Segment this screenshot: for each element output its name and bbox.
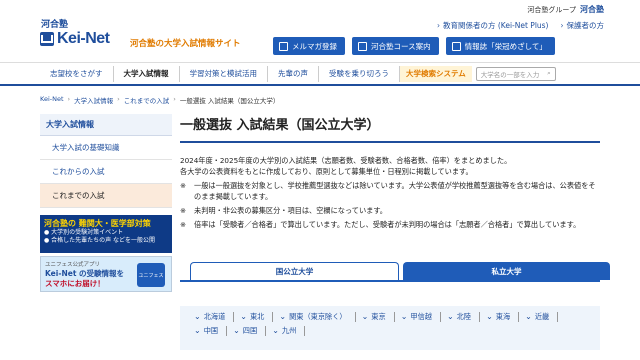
mail-icon <box>279 41 288 51</box>
intro-para-2: 各大学の公表資料をもとに作成しており、原則として募集単位・日程別に掲載しています… <box>180 167 473 176</box>
nav-item-find-school[interactable]: 志望校をさがす <box>40 66 113 82</box>
notes: ※ 一般は一般選抜を対象とし、学校推薦型選抜などは除いています。大学公表値が学校推… <box>180 180 600 230</box>
magazine-button[interactable]: 情報誌「栄冠めざして」 <box>445 37 555 55</box>
sidebar-item-past[interactable]: これまでの入試 <box>40 184 172 208</box>
sidebar-heading[interactable]: 大学入試情報 <box>40 114 172 136</box>
newsletter-button[interactable]: メルマガ登録 <box>273 37 345 55</box>
magazine-label: 情報誌「栄冠めざして」 <box>464 41 547 51</box>
breadcrumb-current: 一般選抜 入試結果（国公立大学） <box>179 97 280 105</box>
tagline: 河合塾の大学入試情報サイト <box>130 39 241 49</box>
region-link-kyushu[interactable]: 九州 <box>266 326 306 336</box>
tab-national-public[interactable]: 国公立大学 <box>190 262 399 280</box>
building-icon <box>358 41 367 51</box>
header-buttons: メルマガ登録 河合塾コース案内 情報誌「栄冠めざして」 <box>273 37 555 55</box>
site-logo[interactable]: Kei-Net <box>40 29 110 49</box>
region-link-hokkaido[interactable]: 北海道 <box>188 312 235 322</box>
course-guide-button[interactable]: 河合塾コース案内 <box>352 37 439 55</box>
breadcrumb-past[interactable]: これまでの入試 <box>124 95 170 105</box>
university-type-tabs: 国公立大学 私立大学 <box>190 262 610 280</box>
logo-mark-icon <box>40 32 54 46</box>
note-text: 未判明・非公表の募集区分・項目は、空欄になっています。 <box>194 206 387 215</box>
tab-divider <box>180 280 600 282</box>
breadcrumb-home[interactable]: Kei-Net <box>40 95 64 105</box>
logo-name: Kei-Net <box>57 30 110 47</box>
university-search-input[interactable]: 大学名の一部を入力 ⌕ <box>475 66 556 81</box>
note-mark: ※ <box>180 181 187 190</box>
intro-text: 2024年度・2025年度の大学別の入試結果（志願者数、受験者数、合格者数、倍率… <box>180 155 600 177</box>
banner-app[interactable]: ユニフェス公式アプリ Kei-Net の受験情報を スマホにお届け！ ユニフェス <box>40 256 172 292</box>
nav-item-study[interactable]: 学習対策と模試活用 <box>178 65 268 82</box>
region-link-kanto[interactable]: 関東（東京除く） <box>273 312 356 322</box>
breadcrumb-sep-icon: › <box>67 95 71 103</box>
group-brand: 河合塾 <box>580 5 604 14</box>
nav-item-seniors[interactable]: 先輩の声 <box>267 65 318 82</box>
note-item: ※ 倍率は「受験者／合格者」で算出しています。ただし、受験者が未判明の場合は「志願… <box>180 219 600 230</box>
region-link-kinki[interactable]: 近畿 <box>519 312 559 322</box>
breadcrumb-sep-icon: › <box>117 95 120 103</box>
region-link-shikoku[interactable]: 四国 <box>227 326 267 336</box>
header: 河合塾 Kei-Net 河合塾の大学入試情報サイト 河合塾グループ 河合塾 教育… <box>0 0 640 62</box>
top-links: 教育関係者の方 (Kei-Net Plus) 保護者の方 <box>437 20 604 31</box>
search-icon[interactable]: ⌕ <box>547 69 551 78</box>
sidebar: 大学入試情報 大学入試の基礎知識 これからの入試 これまでの入試 <box>40 114 172 208</box>
note-text: 倍率は「受験者／合格者」で算出しています。ただし、受験者が未判明の場合は「志願者… <box>194 220 581 229</box>
page-title: 一般選抜 入試結果（国公立大学） <box>180 110 600 143</box>
sidebar-item-basics[interactable]: 大学入試の基礎知識 <box>40 136 172 160</box>
breadcrumb-sep-icon: › <box>173 95 176 103</box>
region-links: 北海道 東北 関東（東京除く） 東京 甲信越 北陸 東海 近畿 中国 四国 九州 <box>180 306 600 350</box>
nav-item-get-through[interactable]: 受験を乗り切ろう <box>318 65 399 82</box>
tab-private[interactable]: 私立大学 <box>403 262 610 280</box>
main-content: 一般選抜 入試結果（国公立大学） 2024年度・2025年度の大学別の入試結果（… <box>180 110 600 233</box>
global-nav: 志望校をさがす 大学入試情報 学習対策と模試活用 先輩の声 受験を乗り切ろう 大… <box>0 62 640 86</box>
note-item: ※ 未判明・非公表の募集区分・項目は、空欄になっています。 <box>180 205 600 216</box>
app-logo-icon: ユニフェス <box>137 263 165 287</box>
group-text: 河合塾グループ <box>527 5 576 14</box>
newsletter-label: メルマガ登録 <box>292 41 337 51</box>
note-text: 一般は一般選抜を対象とし、学校推薦型選抜などは除いています。大学公表値が学校推薦… <box>194 181 596 201</box>
region-link-tokyo[interactable]: 東京 <box>356 312 395 322</box>
note-mark: ※ <box>180 206 187 215</box>
book-icon <box>451 41 461 51</box>
region-link-tokai[interactable]: 東海 <box>480 312 520 322</box>
nav-item-exam-info[interactable]: 大学入試情報 <box>112 65 179 82</box>
note-item: ※ 一般は一般選抜を対象とし、学校推薦型選抜などは除いています。大学公表値が学校推… <box>180 180 600 202</box>
nav-item-search-system[interactable]: 大学検索システム <box>399 65 472 82</box>
top-link-parents[interactable]: 保護者の方 <box>561 20 605 31</box>
region-link-tohoku[interactable]: 東北 <box>234 312 274 322</box>
top-link-educators[interactable]: 教育関係者の方 (Kei-Net Plus) <box>437 20 549 31</box>
banner1-line: ● 合格した先輩たちの声 などを一般公開 <box>44 237 156 244</box>
sidebar-item-future[interactable]: これからの入試 <box>40 160 172 184</box>
group-label[interactable]: 河合塾グループ 河合塾 <box>527 4 604 15</box>
note-mark: ※ <box>180 220 187 229</box>
search-placeholder: 大学名の一部を入力 <box>480 70 540 79</box>
breadcrumb-exam-info[interactable]: 大学入試情報 <box>74 95 113 105</box>
course-guide-label: 河合塾コース案内 <box>371 41 431 51</box>
banner-elite-medical[interactable]: 河合塾の 難関大・医学部対策 ● 大学別の受験対策イベント ● 合格した先輩たち… <box>40 215 172 253</box>
intro-para-1: 2024年度・2025年度の大学別の入試結果（志願者数、受験者数、合格者数、倍率… <box>180 156 512 165</box>
region-link-koshinetsu[interactable]: 甲信越 <box>395 312 441 322</box>
breadcrumb: Kei-Net › 大学入試情報 › これまでの入試 › 一般選抜 入試結果（国公立大… <box>40 95 279 105</box>
banner1-title: 河合塾の 難関大・医学部対策 <box>44 219 151 228</box>
region-link-hokuriku[interactable]: 北陸 <box>441 312 481 322</box>
banner1-line: ● 大学別の受験対策イベント <box>44 229 124 236</box>
region-link-chugoku[interactable]: 中国 <box>188 326 228 336</box>
